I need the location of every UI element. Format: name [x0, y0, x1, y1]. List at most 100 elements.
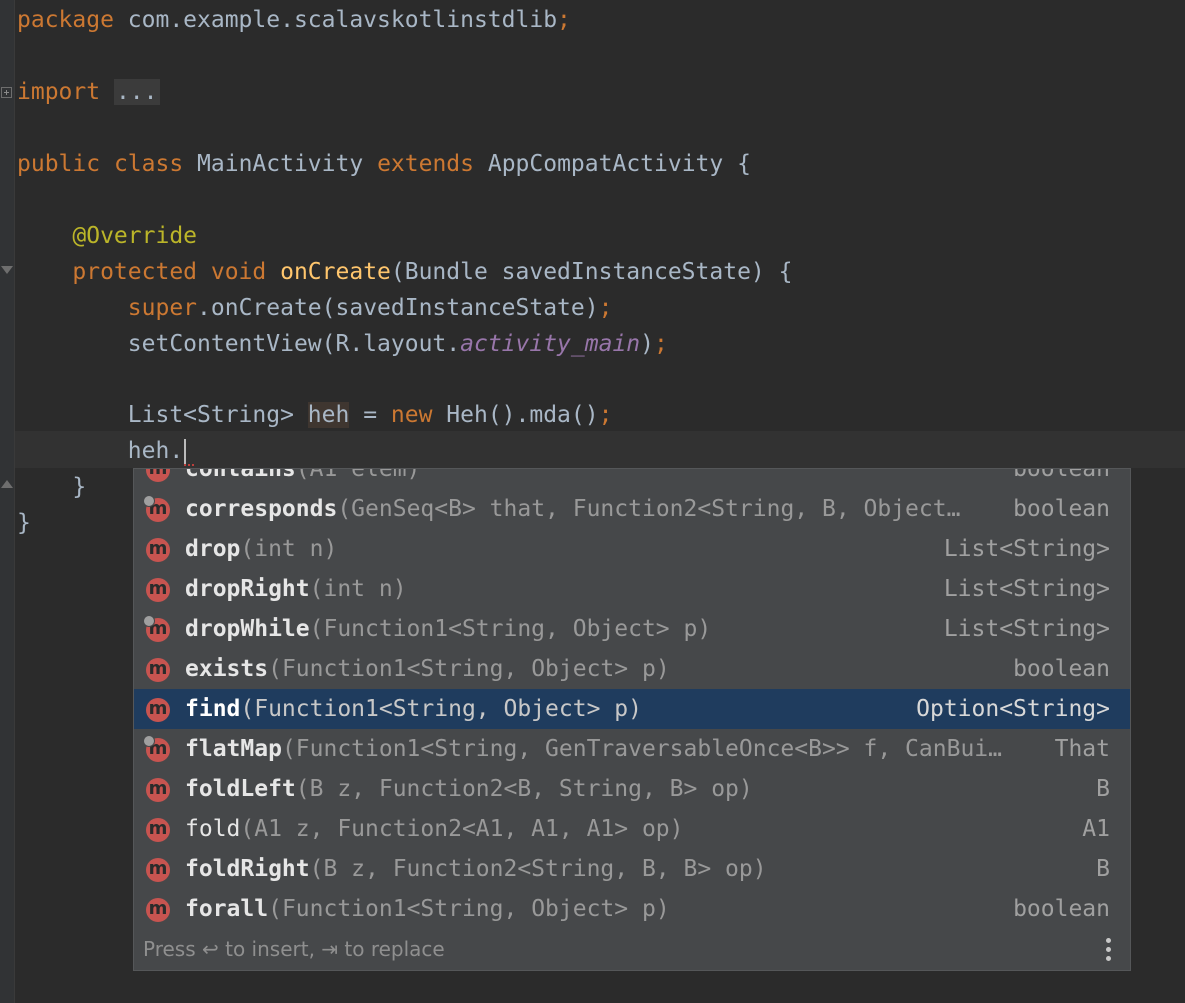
keyword: import — [17, 79, 101, 105]
code-line-method: protected void onCreate(Bundle savedInst… — [17, 254, 792, 290]
completion-item-signature: contains(A1 elem) — [185, 468, 421, 489]
completion-footer: Press ↩ to insert, ⇥ to replace — [134, 928, 1130, 970]
class-name: MainActivity — [183, 151, 378, 177]
brace: } — [72, 474, 87, 500]
completion-item-signature: forall(Function1<String, Object> p) — [185, 889, 670, 929]
completion-item-name: drop — [185, 536, 241, 562]
method-icon: m — [146, 778, 170, 802]
completion-item-type: List<String> — [943, 616, 1110, 642]
completion-item-type: boolean — [1013, 656, 1110, 682]
completion-item-params: (int n) — [240, 536, 338, 562]
constructor-call: Heh().mda() — [432, 402, 599, 428]
code-line-class: public class MainActivity extends AppCom… — [17, 146, 751, 182]
completion-item-name: forall — [185, 896, 269, 922]
method-icon: m — [146, 538, 170, 562]
fold-collapse-icon[interactable] — [1, 266, 13, 274]
completion-item-params: (A1 z, Function2<A1, A1, A1> op) — [240, 816, 684, 842]
completion-item-params: (Function1<String, Object> p) — [268, 896, 670, 922]
completion-item[interactable]: m dropRight(int n) List<String> — [134, 569, 1130, 609]
completion-item[interactable]: m flatMap(Function1<String, GenTraversabl… — [134, 729, 1130, 769]
keyword: public — [17, 151, 101, 177]
completion-item-type: boolean — [1013, 468, 1110, 482]
completion-item-params: (Function1<String, Object> p) — [309, 616, 712, 642]
completion-item-type: boolean — [1013, 496, 1110, 522]
semicolon: ; — [654, 331, 668, 357]
method-icon: m — [146, 858, 170, 882]
completion-item-signature: dropWhile(Function1<String, Object> p) — [185, 609, 711, 649]
variable-heh: heh — [307, 402, 350, 428]
editor-gutter — [0, 0, 15, 1003]
completion-item-params: (B z, Function2<String, B, B> op) — [309, 856, 767, 882]
keyword: protected — [72, 259, 198, 285]
completion-item-params: (Function1<String, Object> p) — [268, 656, 670, 682]
completion-item-params: (Function1<String, Object> p) — [240, 696, 642, 722]
fold-expand-icon[interactable] — [1, 87, 12, 98]
completion-item-name: fold — [185, 816, 241, 842]
code-line-close-method: } — [17, 469, 86, 505]
folded-imports[interactable]: ... — [113, 79, 160, 105]
completion-item[interactable]: m dropWhile(Function1<String, Object> p) L… — [134, 609, 1130, 649]
completion-item[interactable]: m foldRight(B z, Function2<String, B, B> … — [134, 849, 1130, 889]
completion-item-signature: flatMap(Function1<String, GenTraversable… — [185, 729, 1002, 769]
completion-item-name: exists — [185, 656, 269, 682]
completion-list[interactable]: m contains(A1 elem) boolean m corresponds(Ge… — [134, 468, 1130, 929]
superclass: AppCompatActivity { — [474, 151, 751, 177]
completion-item[interactable]: m exists(Function1<String, Object> p) bool… — [134, 649, 1130, 689]
keyword: new — [390, 402, 433, 428]
brace: } — [17, 510, 31, 536]
assign: = — [349, 402, 391, 428]
completion-item-params: (Function1<String, GenTraversableOnce<B>… — [281, 736, 1002, 762]
completion-item-signature: exists(Function1<String, Object> p) — [185, 649, 670, 689]
completion-item-name: contains — [185, 468, 296, 482]
code-line-setcontentview: setContentView(R.layout.activity_main); — [17, 326, 668, 362]
error-squiggle — [184, 460, 194, 466]
code-line-list: List<String> heh = new Heh().mda(); — [17, 397, 612, 433]
keyword: package — [17, 7, 114, 33]
completion-item-name: corresponds — [185, 496, 338, 522]
method-icon: m — [146, 698, 170, 722]
code-line-typing: heh. — [17, 433, 187, 469]
completion-item[interactable]: m find(Function1<String, Object> p) Option… — [134, 689, 1130, 729]
completion-item-signature: drop(int n) — [185, 529, 337, 569]
completion-item-params: (A1 elem) — [295, 468, 421, 482]
code-line-super: super.onCreate(savedInstanceState); — [17, 290, 613, 326]
method-icon: m — [146, 658, 170, 682]
fold-end-icon[interactable] — [1, 480, 13, 488]
typed-text: heh. — [127, 438, 184, 464]
keyword: void — [197, 259, 267, 285]
method-params: (Bundle savedInstanceState) { — [390, 259, 793, 285]
completion-item[interactable]: m corresponds(GenSeq<B> that, Function2<S… — [134, 489, 1130, 529]
package-name: com.example.scalavskotlinstdlib — [113, 7, 558, 33]
method-icon: m — [143, 615, 170, 642]
completion-item-signature: fold(A1 z, Function2<A1, A1, A1> op) — [185, 809, 684, 849]
completion-item[interactable]: m forall(Function1<String, Object> p) bool… — [134, 889, 1130, 929]
completion-item[interactable]: m foldLeft(B z, Function2<B, String, B> o… — [134, 769, 1130, 809]
keyword: super — [127, 295, 198, 321]
keyword: class — [100, 151, 184, 177]
keyword: extends — [377, 151, 474, 177]
method-icon: m — [146, 898, 170, 922]
completion-item-signature: dropRight(int n) — [185, 569, 407, 609]
completion-item[interactable]: m drop(int n) List<String> — [134, 529, 1130, 569]
completion-item[interactable]: m fold(A1 z, Function2<A1, A1, A1> op) A1 — [134, 809, 1130, 849]
completion-item-name: dropWhile — [185, 616, 310, 642]
completion-popup[interactable]: m contains(A1 elem) boolean m corresponds(Ge… — [133, 468, 1131, 971]
completion-item-signature: foldRight(B z, Function2<String, B, B> o… — [185, 849, 767, 889]
completion-item-params: (int n) — [309, 576, 407, 602]
completion-item-signature: find(Function1<String, Object> p) — [185, 689, 642, 729]
completion-item-type: B — [1096, 776, 1110, 802]
semicolon: ; — [557, 7, 571, 33]
completion-item-type: Option<String> — [916, 696, 1110, 722]
method-icon: m — [146, 818, 170, 842]
completion-item[interactable]: m contains(A1 elem) boolean — [134, 468, 1130, 489]
method-icon: m — [146, 578, 170, 602]
code-line-annotation: @Override — [17, 218, 197, 254]
completion-item-type: boolean — [1013, 896, 1110, 922]
completion-item-name: foldRight — [185, 856, 310, 882]
completion-item-type: B — [1096, 856, 1110, 882]
completion-item-type: That — [1054, 736, 1110, 762]
layout-field: activity_main — [460, 331, 641, 357]
code-line-import: import ... — [17, 74, 160, 110]
list-type: List<String> — [127, 402, 308, 428]
vertical-ellipsis-icon[interactable] — [1106, 938, 1112, 962]
